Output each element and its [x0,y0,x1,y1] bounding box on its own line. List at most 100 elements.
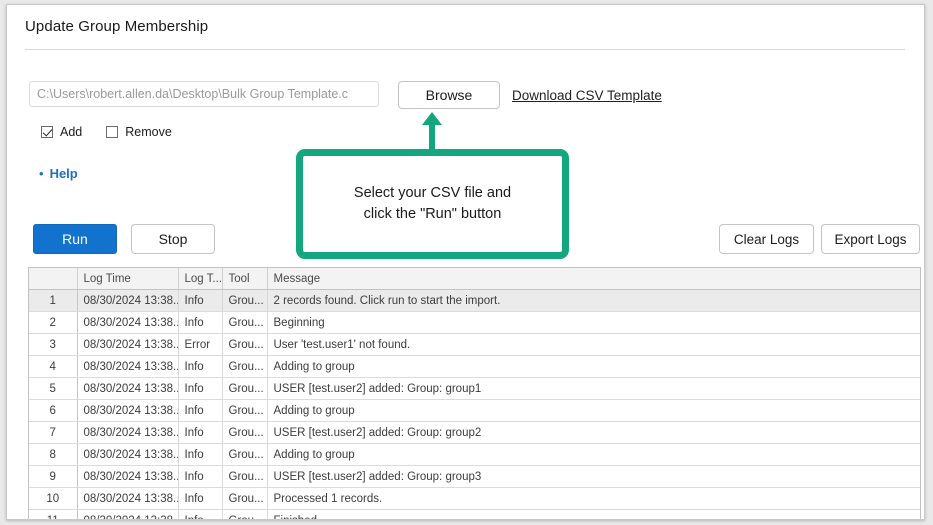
cell-log-type: Info [178,377,223,400]
cell-tool: Grou... [222,465,268,488]
cell-log-time: 08/30/2024 13:38... [77,333,179,356]
cell-index: 8 [29,443,78,466]
cell-tool: Grou... [222,311,268,334]
cell-message: Adding to group [267,399,920,422]
cell-tool: Grou... [222,443,268,466]
cell-tool: Grou... [222,355,268,378]
add-checkbox-item[interactable]: Add [41,125,82,139]
cell-log-time: 08/30/2024 13:38... [77,311,179,334]
cell-tool: Grou... [222,421,268,444]
cell-tool: Grou... [222,399,268,422]
table-row[interactable]: 1108/30/2024 13:38...InfoGrou...Finished [29,509,920,519]
cell-message: USER [test.user2] added: Group: group1 [267,377,920,400]
cell-log-time: 08/30/2024 13:38... [77,399,179,422]
table-row[interactable]: 1 08/30/2024 13:38... Info Grou... 2 records… [29,289,920,312]
cell-index: 11 [29,509,78,519]
cell-message: Adding to group [267,355,920,378]
update-group-membership-panel: Update Group Membership C:\Users\robert.… [6,4,925,520]
cell-index: 7 [29,421,78,444]
cell-message: Processed 1 records. [267,487,920,510]
cell-message: USER [test.user2] added: Group: group2 [267,421,920,444]
remove-checkbox-label: Remove [125,125,172,139]
cell-index: 4 [29,355,78,378]
cell-log-type: Info [178,465,223,488]
membership-action-options: Add Remove [41,125,172,139]
cell-log-type: Info [178,355,223,378]
cell-log-time: 08/30/2024 13:38... [77,377,179,400]
title-divider [25,49,905,50]
cell-tool: Grou... [222,289,268,312]
cell-index: 1 [29,289,78,312]
cell-index: 10 [29,487,78,510]
table-row[interactable]: 5 08/30/2024 13:38... Info Grou... USER [tes… [29,377,920,400]
cell-log-time: 08/30/2024 13:38... [77,487,179,510]
column-header-tool[interactable]: Tool [222,268,268,290]
cell-message: Beginning [267,311,920,334]
page-background-right [925,0,933,525]
cell-log-type: Info [178,421,223,444]
add-checkbox-label: Add [60,125,83,139]
instruction-callout: Select your CSV file and click the "Run"… [296,149,569,259]
cell-log-time: 08/30/2024 13:38... [77,289,179,312]
table-row[interactable]: 7 08/30/2024 13:38... Info Grou... USER [tes… [29,421,920,444]
cell-tool: Grou... [222,487,268,510]
cell-log-type: Info [178,399,223,422]
cell-tool: Grou... [222,509,268,519]
cell-log-time: 08/30/2024 13:38... [77,509,179,519]
remove-checkbox[interactable] [106,126,119,138]
log-table-body: 1 08/30/2024 13:38... Info Grou... 2 records… [29,289,920,519]
table-row[interactable]: 6 08/30/2024 13:38... Info Grou... Adding to… [29,399,920,422]
cell-message: Adding to group [267,443,920,466]
table-row[interactable]: 9 08/30/2024 13:38... Info Grou... USER [tes… [29,465,920,488]
stop-button[interactable]: Stop [131,224,215,254]
cell-log-type: Info [178,487,223,510]
cell-log-type: Info [178,509,223,519]
table-row[interactable]: 4 08/30/2024 13:38... Info Grou... Adding to… [29,355,920,378]
download-csv-template-link[interactable]: Download CSV Template [512,88,662,103]
log-table-grid: Log Time Log T... Tool Message 1 08/30/20… [29,268,920,519]
cell-message: Finished [267,509,920,519]
cell-log-type: Info [178,311,223,334]
cell-index: 6 [29,399,78,422]
instruction-callout-text: Select your CSV file and click the "Run"… [353,184,512,222]
log-table-header-row: Log Time Log T... Tool Message [29,268,920,290]
browse-button[interactable]: Browse [398,81,500,109]
page-title: Update Group Membership [25,18,209,35]
log-table: Log Time Log T... Tool Message 1 08/30/20… [28,267,921,519]
cell-index: 9 [29,465,78,488]
bullet-icon: • [39,166,44,181]
cell-message: 2 records found. Click run to start the … [267,289,920,312]
table-row[interactable]: 3 08/30/2024 13:38... Error Grou... User 'te… [29,333,920,356]
cell-log-type: Error [178,333,223,356]
cell-log-time: 08/30/2024 13:38... [77,355,179,378]
cell-log-type: Info [178,289,223,312]
column-header-index[interactable] [29,268,78,290]
cell-log-time: 08/30/2024 13:38... [77,465,179,488]
table-row[interactable]: 2 08/30/2024 13:38... Info Grou... Beginning [29,311,920,334]
csv-file-path-input[interactable]: C:\Users\robert.allen.da\Desktop\Bulk Gr… [29,81,379,107]
table-row[interactable]: 8 08/30/2024 13:38... Info Grou... Adding to… [29,443,920,466]
cell-log-time: 08/30/2024 13:38... [77,421,179,444]
help-row: • Help [39,166,78,181]
column-header-log-type[interactable]: Log T... [178,268,223,290]
cell-tool: Grou... [222,377,268,400]
cell-message: USER [test.user2] added: Group: group3 [267,465,920,488]
callout-arrow-icon [422,112,442,152]
remove-checkbox-item[interactable]: Remove [106,125,172,139]
cell-index: 3 [29,333,78,356]
cell-log-type: Info [178,443,223,466]
cell-index: 2 [29,311,78,334]
cell-tool: Grou... [222,333,268,356]
help-link[interactable]: Help [50,166,78,181]
cell-message: User 'test.user1' not found. [267,333,920,356]
export-logs-button[interactable]: Export Logs [821,224,920,254]
column-header-message[interactable]: Message [267,268,920,290]
cell-index: 5 [29,377,78,400]
column-header-log-time[interactable]: Log Time [77,268,179,290]
add-checkbox[interactable] [41,126,53,138]
clear-logs-button[interactable]: Clear Logs [719,224,814,254]
page-background-bottom [0,520,933,525]
run-button[interactable]: Run [33,224,117,254]
table-row[interactable]: 10 08/30/2024 13:38... Info Grou... Processe… [29,487,920,510]
cell-log-time: 08/30/2024 13:38... [77,443,179,466]
